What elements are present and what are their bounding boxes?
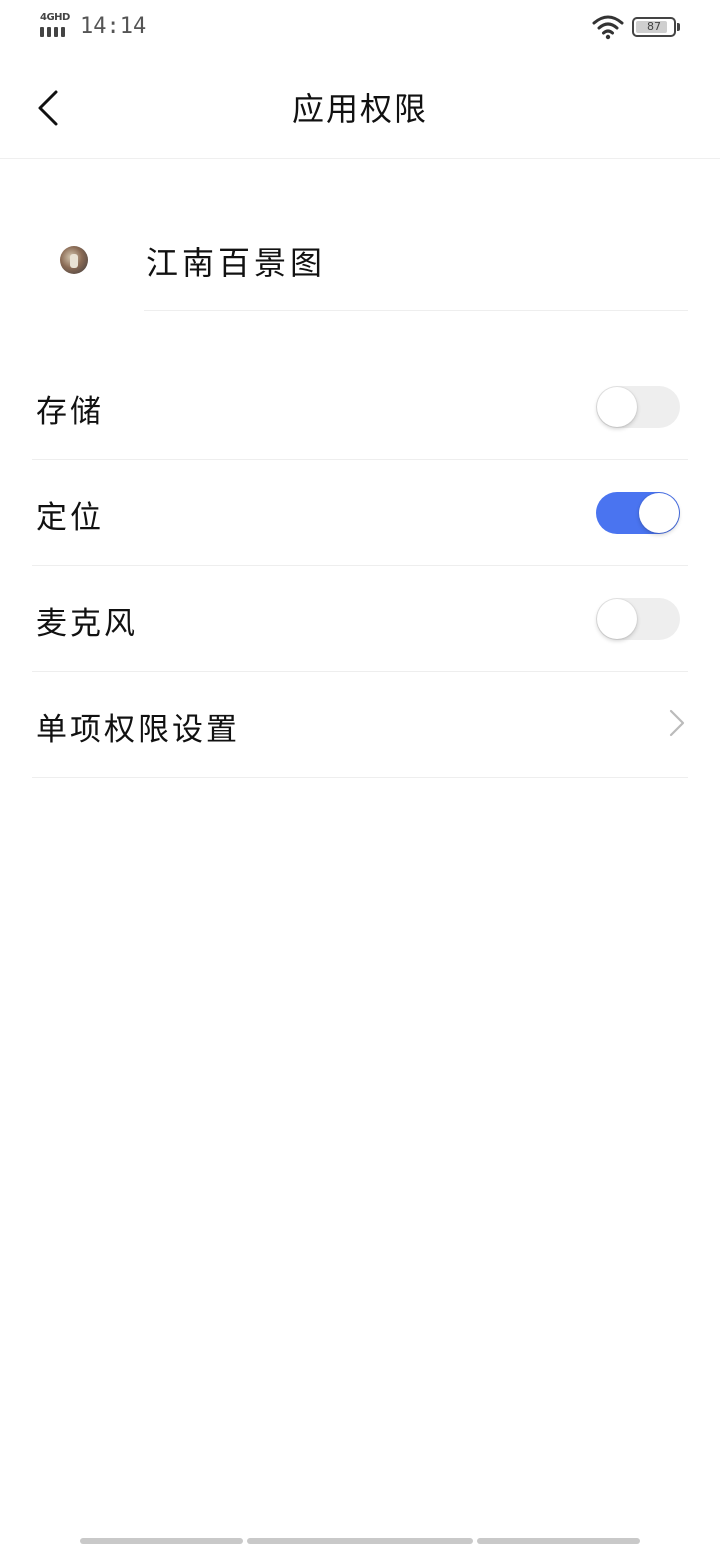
divider [144,310,688,311]
permission-list: 存储 定位 麦克风 单项权限设置 [32,354,688,778]
toggle-knob [597,599,637,639]
toggle-knob [639,493,679,533]
network-type-label: 4GHD [40,12,70,23]
nav-bar-segment [477,1538,640,1544]
app-header: 应用权限 [0,56,720,159]
battery-icon: 87 [632,17,676,37]
permission-label: 定位 [36,500,104,536]
app-avatar-icon [60,246,88,274]
permission-label: 麦克风 [36,606,138,642]
status-bar: 4GHD 14:14 87 [0,0,720,56]
detail-permission-settings-row[interactable]: 单项权限设置 [32,672,688,778]
app-info-row: 江南百景图 [0,208,720,312]
permission-label: 存储 [36,394,104,430]
battery-cap [677,23,680,31]
wifi-icon [592,15,624,40]
page-title: 应用权限 [291,90,428,128]
status-time: 14:14 [80,14,147,39]
app-name: 江南百景图 [146,244,327,282]
location-toggle[interactable] [596,492,680,534]
nav-bar-segment [247,1538,473,1544]
toggle-knob [597,387,637,427]
permission-row-storage: 存储 [32,354,688,460]
chevron-right-icon [669,709,685,737]
permission-row-location: 定位 [32,460,688,566]
gesture-nav-bar[interactable] [80,1538,640,1544]
permission-row-microphone: 麦克风 [32,566,688,672]
microphone-toggle[interactable] [596,598,680,640]
storage-toggle[interactable] [596,386,680,428]
cellular-signal-icon: 4GHD [40,12,74,40]
detail-settings-label: 单项权限设置 [36,712,240,748]
nav-bar-segment [80,1538,243,1544]
battery-level: 87 [647,20,661,33]
